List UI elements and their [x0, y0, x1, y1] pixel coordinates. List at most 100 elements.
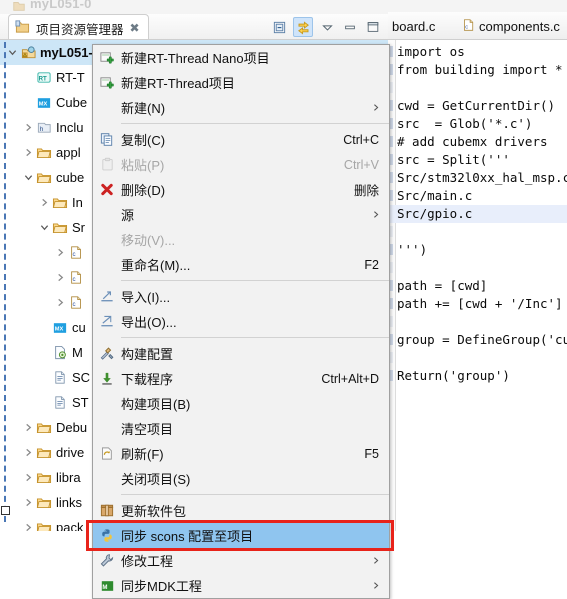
paste-icon	[93, 157, 121, 172]
chevron-right-icon[interactable]	[54, 273, 67, 282]
menu-item[interactable]: 新建RT-Thread Nano项目	[93, 45, 389, 70]
menu-item[interactable]: 重命名(M)... F2	[93, 252, 389, 277]
wrench-icon	[93, 553, 121, 568]
new-project-icon	[93, 50, 121, 65]
rtthread-icon: RT	[35, 70, 53, 85]
menu-item[interactable]: 复制(C) Ctrl+C	[93, 127, 389, 152]
tab-label: 项目资源管理器	[36, 22, 124, 37]
tab-project-explorer[interactable]: 项目资源管理器 ✖	[8, 14, 149, 41]
chevron-right-icon[interactable]	[22, 473, 35, 482]
menu-item-label: 刷新(F)	[121, 447, 164, 462]
build-config-icon	[93, 346, 121, 361]
menu-item-accelerator: 删除	[353, 184, 379, 198]
chevron-right-icon[interactable]	[22, 423, 35, 432]
includes-icon: h	[35, 120, 53, 135]
code-line: src = Glob('*.c')	[397, 116, 533, 131]
view-tabbar: 项目资源管理器 ✖	[0, 14, 388, 41]
menu-item[interactable]: M 同步MDK工程	[93, 573, 389, 598]
annotation-highlight-box	[86, 520, 394, 551]
chevron-right-icon[interactable]	[54, 248, 67, 257]
folder-icon	[51, 220, 69, 235]
menu-item-label: 删除(D)	[121, 183, 166, 198]
menu-item-label: 清空项目	[121, 422, 174, 437]
maximize-icon[interactable]	[364, 18, 382, 36]
chevron-down-icon[interactable]	[318, 18, 336, 36]
editor-tab-1[interactable]: c components.c	[462, 12, 560, 40]
c-file-icon: c	[67, 295, 85, 310]
menu-item[interactable]: 导出(O)...	[93, 309, 389, 334]
svg-text:RT: RT	[39, 75, 47, 82]
menu-item-label: 更新软件包	[121, 504, 187, 519]
menu-item[interactable]: 下载程序 Ctrl+Alt+D	[93, 366, 389, 391]
menu-item[interactable]: 导入(I)...	[93, 284, 389, 309]
tree-item-label: RT-T	[56, 70, 85, 85]
menu-item-label: 构建项目(B)	[121, 397, 191, 412]
folder-icon	[35, 420, 53, 435]
editor-tab-label: board.c	[392, 18, 436, 34]
menu-item[interactable]: 源	[93, 202, 389, 227]
menu-item-accelerator: Ctrl+V	[343, 157, 379, 172]
minimize-icon[interactable]	[341, 18, 359, 36]
menu-item[interactable]: 清空项目	[93, 416, 389, 441]
chevron-right-icon[interactable]	[22, 498, 35, 507]
context-menu[interactable]: 新建RT-Thread Nano项目 新建RT-Thread项目 新建(N) 复制(C…	[92, 44, 390, 599]
menu-item-label: 新建RT-Thread Nano项目	[121, 51, 270, 66]
code-line: Return('group')	[397, 368, 510, 383]
menu-item[interactable]: 新建RT-Thread项目	[93, 70, 389, 95]
delete-icon	[93, 182, 121, 197]
menu-item-label: 新建RT-Thread项目	[121, 76, 235, 91]
menu-item: 移动(V)...	[93, 227, 389, 252]
svg-text:c: c	[465, 24, 468, 30]
download-icon	[93, 371, 121, 386]
svg-text:MX: MX	[55, 326, 64, 332]
menu-item-label: 移动(V)...	[121, 233, 176, 248]
link-editor-icon[interactable]	[293, 17, 313, 37]
chevron-right-icon[interactable]	[22, 523, 35, 531]
chevron-right-icon[interactable]	[22, 123, 35, 132]
code-line: path = [cwd]	[397, 278, 488, 293]
svg-text:c: c	[73, 276, 76, 283]
menu-item-label: 新建(N)	[121, 101, 166, 116]
app-icon	[12, 0, 26, 12]
editor-tab-0[interactable]: board.c	[392, 12, 435, 40]
menu-item[interactable]: 构建配置	[93, 341, 389, 366]
code-line: Src/stm32l0xx_hal_msp.c	[397, 170, 567, 185]
project-icon	[19, 45, 37, 60]
tree-item-label: Inclu	[56, 120, 84, 135]
close-icon[interactable]: ✖	[130, 21, 140, 35]
refresh-icon	[93, 446, 121, 461]
tree-item-label: In	[72, 195, 83, 210]
c-file-icon: c	[67, 270, 85, 285]
chevron-right-icon[interactable]	[54, 298, 67, 307]
menu-item[interactable]: 删除(D) 删除	[93, 177, 389, 202]
chevron-down-icon[interactable]	[38, 223, 51, 232]
menu-item[interactable]: 构建项目(B)	[93, 391, 389, 416]
chevron-right-icon[interactable]	[22, 448, 35, 457]
copy-icon	[93, 132, 121, 147]
chevron-right-icon[interactable]	[38, 198, 51, 207]
resize-handle[interactable]	[1, 506, 10, 515]
menu-item[interactable]: 新建(N)	[93, 95, 389, 120]
menu-separator	[93, 123, 389, 124]
menu-item[interactable]: 刷新(F) F5	[93, 441, 389, 466]
code-area[interactable]: import os from building import * cwd = Get…	[388, 40, 567, 531]
folder-icon	[35, 470, 53, 485]
focus-dashed-frame	[4, 42, 6, 522]
tree-item-label: links	[56, 495, 83, 510]
tree-item-label: libra	[56, 470, 81, 485]
tree-item-label: cu	[72, 320, 86, 335]
chevron-down-icon[interactable]	[22, 173, 35, 182]
collapse-all-icon[interactable]	[270, 18, 288, 36]
menu-item-label: 导出(O)...	[121, 315, 177, 330]
chevron-down-icon[interactable]	[6, 48, 19, 57]
chevron-right-icon[interactable]	[22, 148, 35, 157]
editor-tab-label: components.c	[479, 18, 560, 34]
code-line: src = Split('''	[397, 152, 510, 167]
code-line: group = DefineGroup('cube	[397, 332, 567, 347]
menu-item[interactable]: 修改工程	[93, 548, 389, 573]
tree-item-label: pack	[56, 520, 84, 531]
menu-item[interactable]: 关闭项目(S)	[93, 466, 389, 491]
svg-text:M: M	[102, 583, 107, 590]
menu-separator	[93, 494, 389, 495]
project-explorer-icon	[15, 19, 30, 37]
